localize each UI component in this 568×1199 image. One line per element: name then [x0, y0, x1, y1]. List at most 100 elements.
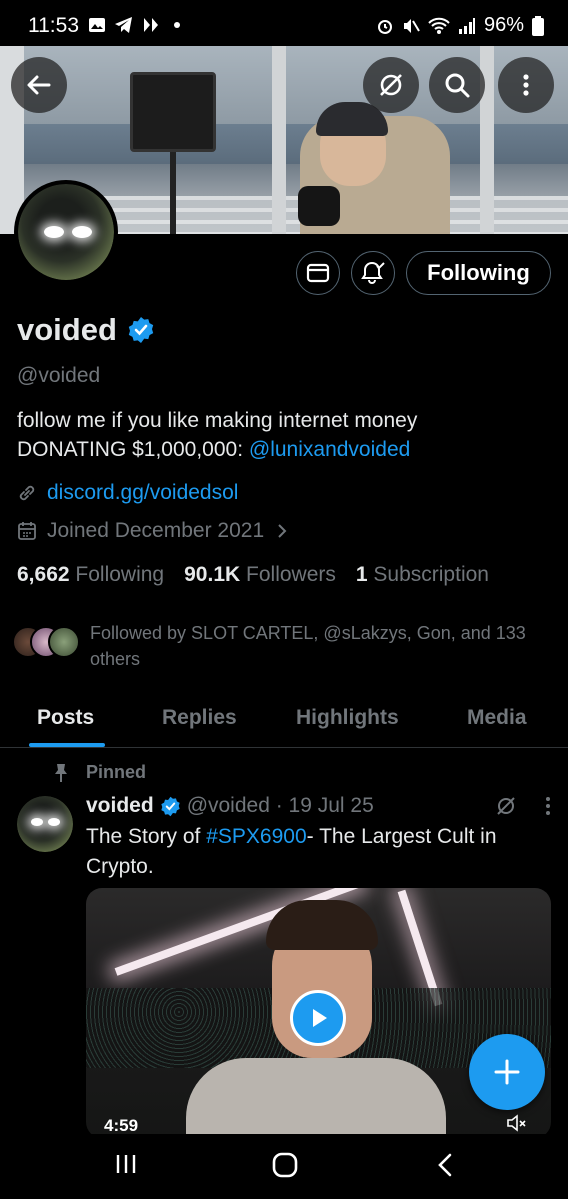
subscription-stat[interactable]: 1 Subscription [356, 563, 489, 587]
profile-avatar[interactable] [14, 180, 118, 284]
tab-media[interactable]: Media [467, 706, 527, 730]
verified-badge-icon [161, 796, 180, 816]
notifications-button[interactable] [351, 251, 395, 295]
system-navigation-bar [0, 1134, 568, 1199]
display-name: voided [17, 312, 117, 347]
grok-icon [380, 74, 402, 96]
pin-icon [55, 763, 67, 782]
avatar-image [18, 184, 114, 280]
banner-light-stand [170, 152, 176, 234]
subscription-label: Subscription [373, 563, 489, 586]
post-hashtag[interactable]: #SPX6900 [206, 825, 306, 848]
joined-row[interactable]: Joined December 2021 [17, 519, 290, 543]
back-icon[interactable] [434, 1152, 456, 1178]
avatar-eye [72, 226, 92, 238]
post-header: voided @voided · 19 Jul 25 [86, 794, 374, 818]
website-row: discord.gg/voidedsol [17, 481, 238, 505]
banner-studio-light [130, 72, 216, 152]
post-header-actions [494, 794, 552, 818]
back-arrow-icon [27, 75, 51, 95]
system-icons: 96% [376, 14, 544, 37]
joined-date: Joined December 2021 [47, 519, 265, 542]
followers-label: Followers [246, 563, 336, 586]
telegram-icon [115, 17, 132, 33]
website-link[interactable]: discord.gg/voidedsol [47, 481, 238, 505]
more-options-button[interactable] [498, 57, 554, 113]
post-text-prefix: The Story of [86, 825, 207, 848]
mail-icon [306, 263, 330, 283]
following-count: 6,662 [17, 563, 70, 586]
following-stat[interactable]: 6,662 Following [17, 563, 164, 587]
subscription-count: 1 [355, 563, 368, 586]
more-notifications-dot [174, 22, 180, 28]
followers-count: 90.1K [184, 563, 241, 586]
profile-handle: @voided [17, 364, 101, 387]
alarm-icon [377, 19, 392, 34]
battery-icon [532, 15, 544, 36]
gallery-icon [89, 18, 105, 32]
post-author-avatar[interactable] [17, 796, 73, 852]
compose-post-button[interactable] [469, 1034, 545, 1110]
more-vertical-icon [523, 74, 529, 96]
bio-mention-link[interactable]: @lunixandvoided [249, 438, 410, 461]
bio-line: follow me if you like making internet mo… [17, 409, 418, 432]
play-icon [313, 1009, 327, 1027]
avatar-eye [44, 226, 64, 238]
status-bar: 11:53 96% [0, 0, 568, 48]
followers-stat[interactable]: 90.1K Followers [184, 563, 336, 587]
avatar-eye [31, 818, 43, 826]
grok-icon[interactable] [494, 794, 518, 818]
wifi-icon [428, 17, 450, 34]
video-person-hoodie [186, 1058, 446, 1138]
bell-check-icon [361, 261, 385, 284]
plus-icon [494, 1059, 520, 1085]
followed-by-row[interactable]: Followed by SLOT CARTEL, @sLakzys, Gon, … [12, 620, 564, 672]
more-vertical-icon[interactable] [544, 795, 552, 817]
tab-replies[interactable]: Replies [162, 706, 237, 730]
mute-status-icon [403, 18, 420, 33]
banner-camera [298, 186, 340, 226]
play-button[interactable] [290, 990, 346, 1046]
verified-badge-icon[interactable] [127, 316, 155, 344]
post-text: The Story of #SPX6900- The Largest Cult … [86, 822, 556, 882]
avatar [48, 626, 80, 658]
status-time: 11:53 [28, 14, 79, 37]
following-button[interactable]: Following [406, 251, 551, 295]
back-button[interactable] [11, 57, 67, 113]
followed-by-text: Followed by SLOT CARTEL, @sLakzys, Gon, … [90, 623, 526, 669]
profile-tabs: Posts Replies Highlights Media [0, 694, 568, 748]
tab-posts[interactable]: Posts [37, 706, 94, 730]
tab-highlights[interactable]: Highlights [296, 706, 399, 730]
follow-stats: 6,662 Following 90.1K Followers 1 Subscr… [17, 563, 489, 587]
avatar-image [17, 796, 73, 852]
pinned-row: Pinned [52, 762, 146, 783]
post-handle-date: @voided · 19 Jul 25 [186, 794, 374, 817]
display-name-row: voided [17, 312, 155, 348]
pinned-label: Pinned [86, 762, 147, 782]
message-button[interactable] [296, 251, 340, 295]
calendar-icon [18, 522, 36, 540]
avatar-eye [48, 818, 60, 826]
mute-icon [507, 1114, 526, 1132]
following-label: Following [75, 563, 165, 586]
notification-icons [88, 16, 180, 34]
grok-button[interactable] [363, 57, 419, 113]
battery-percent: 96% [483, 14, 524, 36]
chevron-right-icon [278, 524, 287, 538]
bio-donation-text: DONATING $1,000,000: [17, 438, 249, 461]
link-icon [19, 485, 35, 501]
bio-line: DONATING $1,000,000: @lunixandvoided [17, 435, 557, 464]
signal-icon [458, 17, 475, 34]
video-person-hair [266, 900, 378, 950]
search-button[interactable] [429, 57, 485, 113]
search-icon [445, 73, 470, 98]
home-icon[interactable] [271, 1151, 299, 1179]
active-tab-indicator [29, 743, 105, 747]
recents-icon[interactable] [114, 1152, 138, 1176]
post-author-name[interactable]: voided [86, 794, 154, 818]
media-icon [144, 18, 158, 32]
banner-window-frame [272, 46, 286, 234]
video-duration: 4:59 [104, 1116, 139, 1135]
profile-bio: follow me if you like making internet mo… [17, 406, 557, 464]
followed-by-avatars [12, 620, 80, 660]
